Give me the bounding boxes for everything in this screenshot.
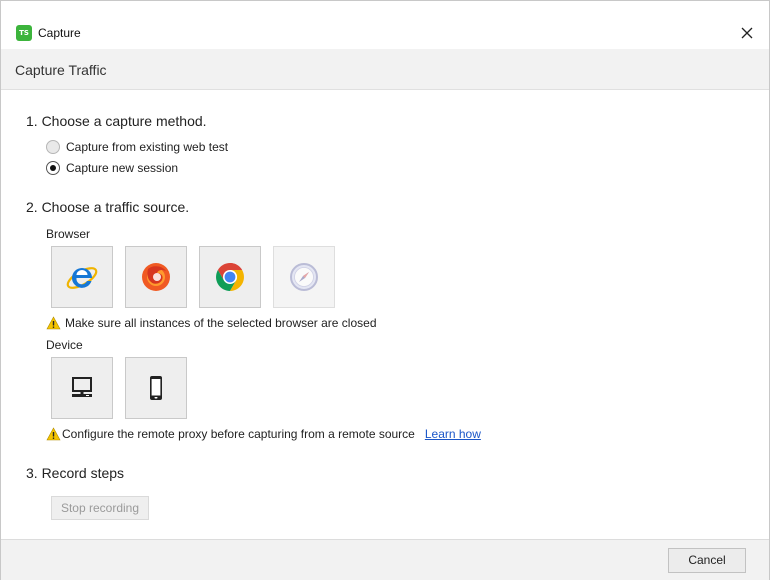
device-warning-text: Configure the remote proxy before captur… <box>62 427 415 441</box>
radio-existing-web-test[interactable]: Capture from existing web test <box>46 140 228 154</box>
radio-button[interactable] <box>46 140 60 154</box>
radio-label: Capture new session <box>66 161 179 175</box>
step2-title: 2. Choose a traffic source. <box>26 199 190 215</box>
device-warning: Configure the remote proxy before captur… <box>46 427 481 441</box>
radio-button[interactable] <box>46 161 60 175</box>
step1-title: 1. Choose a capture method. <box>26 113 207 129</box>
chrome-icon <box>216 263 244 291</box>
browser-warning: Make sure all instances of the selected … <box>46 316 377 330</box>
browser-group-label: Browser <box>46 227 91 241</box>
cancel-button[interactable]: Cancel <box>668 548 746 573</box>
warning-icon <box>46 316 61 330</box>
capture-dialog: TS Capture Capture Traffic 1. Choose a c… <box>0 0 770 580</box>
dialog-footer: Cancel <box>1 539 769 580</box>
header-band: Capture Traffic <box>1 49 769 90</box>
app-logo-icon: TS <box>16 25 32 41</box>
warning-icon <box>46 427 61 441</box>
close-button[interactable] <box>737 23 757 43</box>
title-bar: TS Capture <box>1 1 769 49</box>
radio-new-session[interactable]: Capture new session <box>46 161 178 175</box>
firefox-icon <box>142 263 170 291</box>
device-tile-desktop[interactable] <box>51 357 113 419</box>
internet-explorer-icon <box>66 267 98 289</box>
browser-tile-ie[interactable] <box>51 246 113 308</box>
radio-label: Capture from existing web test <box>66 140 229 154</box>
step3-title: 3. Record steps <box>26 465 125 481</box>
device-tile-mobile[interactable] <box>125 357 187 419</box>
safari-icon <box>290 263 318 291</box>
browser-warning-text: Make sure all instances of the selected … <box>65 316 377 330</box>
browser-tile-safari <box>273 246 335 308</box>
learn-how-link[interactable]: Learn how <box>425 427 481 441</box>
close-icon <box>741 27 753 39</box>
browser-tile-chrome[interactable] <box>199 246 261 308</box>
browser-tile-firefox[interactable] <box>125 246 187 308</box>
device-group-label: Device <box>46 338 83 352</box>
desktop-computer-icon <box>72 377 92 397</box>
window-title: Capture <box>38 26 81 40</box>
stop-recording-button: Stop recording <box>51 496 149 520</box>
page-title: Capture Traffic <box>15 62 107 78</box>
mobile-phone-icon <box>150 376 162 400</box>
